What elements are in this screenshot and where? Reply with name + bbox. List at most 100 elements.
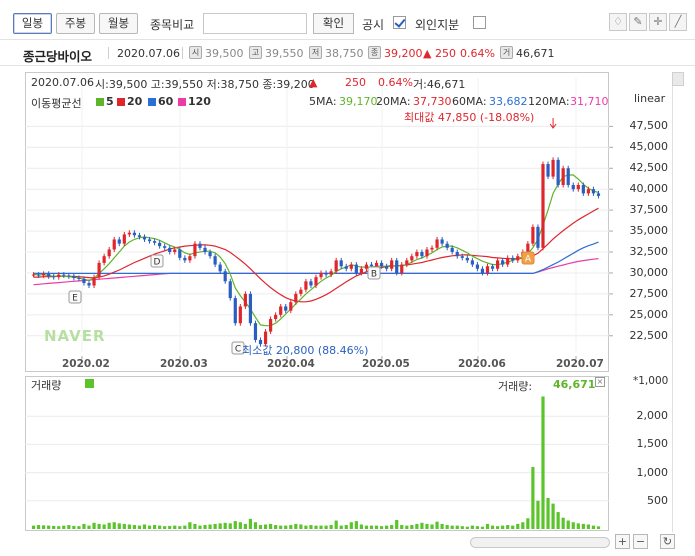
volume-bar xyxy=(501,525,505,529)
candle-body xyxy=(208,252,212,257)
volume-bar xyxy=(556,512,560,529)
candle-body xyxy=(173,249,177,253)
candle-body xyxy=(581,185,585,194)
event-marker-label: E xyxy=(72,294,78,304)
zoom-out-icon[interactable]: − xyxy=(633,534,648,549)
volume-bar xyxy=(62,525,66,529)
candle-body xyxy=(455,252,459,257)
candle-body xyxy=(223,271,227,282)
candle-body xyxy=(289,302,293,311)
candle-body xyxy=(374,262,379,267)
volume-bar xyxy=(152,525,157,529)
candle-body xyxy=(501,260,505,265)
ma-legend-title: 이동평균선 xyxy=(31,97,82,110)
volume-bar xyxy=(455,525,459,529)
volume-bar xyxy=(31,525,36,529)
volume-bar xyxy=(349,522,353,529)
volume-bar xyxy=(475,526,480,529)
volume-bar xyxy=(213,523,217,529)
volume-bar xyxy=(147,525,152,529)
volume-tick-label: 1,500 xyxy=(636,437,669,451)
volume-bar xyxy=(470,525,474,529)
volume-bar xyxy=(531,466,535,529)
candle-body xyxy=(536,226,540,248)
ma5-swatch xyxy=(96,98,104,106)
scale-mode[interactable]: linear xyxy=(634,92,665,105)
volume-bar xyxy=(178,526,182,529)
naver-watermark: NAVER xyxy=(44,327,106,345)
candle-body xyxy=(526,243,530,253)
price-tick-label: 32,500 xyxy=(629,245,669,258)
volume-bar xyxy=(274,525,278,529)
volume-bar xyxy=(460,526,464,529)
volume-bar xyxy=(571,522,575,529)
volume-bar xyxy=(511,525,515,529)
volume-bar xyxy=(364,525,369,529)
volume-bar xyxy=(102,524,106,529)
volume-bar xyxy=(359,524,363,529)
candle-body xyxy=(460,256,464,258)
volume-bar xyxy=(445,525,449,529)
candle-body xyxy=(152,241,157,243)
candle-body xyxy=(52,276,56,278)
ma5-legend: 5 xyxy=(106,95,114,108)
summary-volume: 거:46,671 xyxy=(413,78,466,91)
summary-change: 250 xyxy=(345,76,366,89)
candle-body xyxy=(228,281,232,299)
volume-bar xyxy=(369,525,374,529)
candle-body xyxy=(127,232,131,235)
volume-bar xyxy=(77,526,81,529)
candle-body xyxy=(395,260,399,273)
volume-bar xyxy=(435,521,439,529)
candle-body xyxy=(596,193,601,196)
volume-bar xyxy=(47,525,51,529)
candle-body xyxy=(339,260,343,267)
candle-body xyxy=(294,293,298,303)
horizontal-scrollbar[interactable] xyxy=(470,537,610,548)
price-tick-label: 37,500 xyxy=(629,203,669,217)
price-tick-label: 27,500 xyxy=(629,286,669,300)
candle-body xyxy=(77,277,81,279)
candle-body xyxy=(188,256,192,261)
volume-bar xyxy=(122,523,126,529)
volume-bar xyxy=(263,524,268,529)
volume-bar xyxy=(495,526,500,529)
volume-bar xyxy=(339,525,343,529)
candle-body xyxy=(253,323,258,340)
volume-bar xyxy=(36,525,41,529)
volume-bar xyxy=(203,525,207,529)
volume-bar xyxy=(72,525,76,529)
candle-body xyxy=(561,168,565,186)
candle-body xyxy=(142,236,147,240)
volume-bar xyxy=(158,525,162,529)
volume-bar xyxy=(390,525,394,529)
candle-body xyxy=(465,257,469,261)
close-panel-icon[interactable]: × xyxy=(595,377,605,387)
candle-body xyxy=(410,256,414,261)
volume-bar xyxy=(536,500,540,529)
ma60-value: 33,682 xyxy=(489,95,528,108)
volume-bar xyxy=(410,525,414,529)
candle-body xyxy=(36,274,41,276)
candle-body xyxy=(405,260,409,265)
volume-bar xyxy=(258,525,263,529)
volume-bar xyxy=(485,523,490,529)
candle-body xyxy=(158,242,162,247)
candle-body xyxy=(107,249,111,257)
zoom-in-icon[interactable]: + xyxy=(615,534,630,549)
candle-body xyxy=(440,239,444,244)
candle-body xyxy=(435,239,439,248)
ma120-legend: 120 xyxy=(188,95,211,108)
volume-bar xyxy=(450,525,454,529)
refresh-icon[interactable]: ↻ xyxy=(660,534,675,549)
candle-body xyxy=(137,235,142,237)
volume-bar xyxy=(142,524,147,529)
date-tick-label: 2020.07 xyxy=(556,358,604,370)
candle-body xyxy=(42,273,46,276)
candle-body xyxy=(147,239,152,242)
date-tick-label: 2020.02 xyxy=(62,358,110,370)
candle-body xyxy=(369,264,374,267)
candle-body xyxy=(511,257,515,261)
candle-body xyxy=(506,257,510,265)
volume-bar xyxy=(324,525,328,529)
